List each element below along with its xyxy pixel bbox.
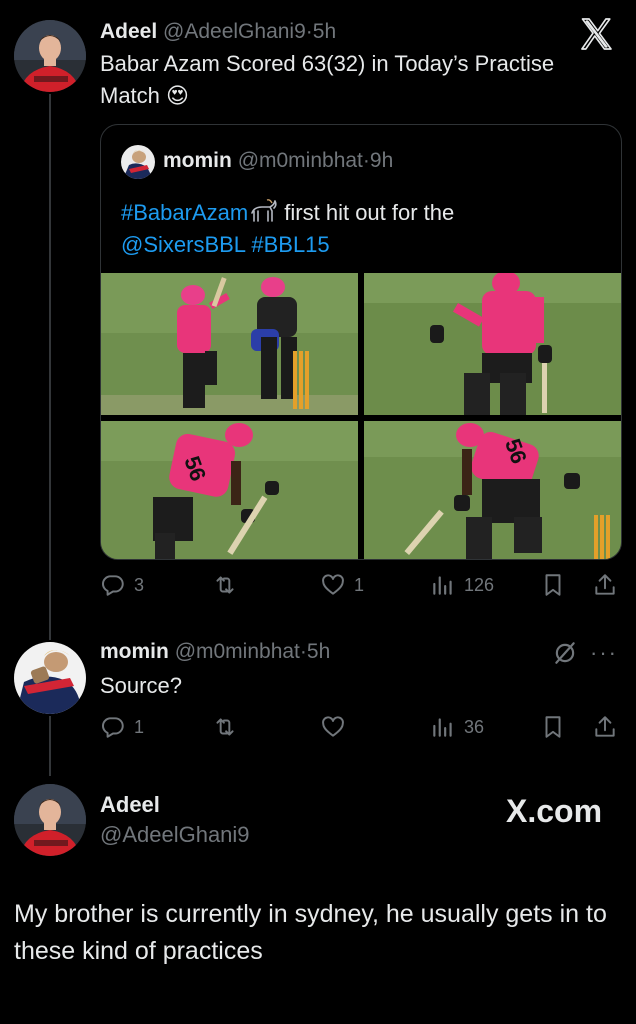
view-count: 36 (464, 716, 485, 737)
heart-eyes-emoji: 😍 (166, 83, 189, 108)
share-button[interactable] (592, 714, 618, 740)
xcom-watermark: X.com (506, 793, 603, 829)
tweet1-header: Adeel @AdeelGhani9·5h (100, 20, 336, 44)
separator-dot: · (362, 149, 370, 172)
retweet-icon (216, 576, 234, 594)
photo-4[interactable]: 56 (364, 421, 621, 559)
like-count: 1 (354, 574, 365, 595)
reply-icon (102, 717, 124, 738)
bookmark-icon (545, 574, 561, 596)
quote-timestamp[interactable]: 9h (370, 149, 393, 172)
avatar-momin[interactable] (14, 642, 86, 714)
timestamp[interactable]: 5h (307, 640, 330, 663)
hashtag-babarazam[interactable]: #BabarAzam (121, 200, 248, 225)
quote-author-handle[interactable]: @m0minbhat (238, 149, 363, 172)
avatar-adeel[interactable] (14, 20, 86, 92)
more-icon[interactable]: ··· (590, 640, 618, 666)
reply-button[interactable]: 1 (100, 714, 144, 740)
quote-body: first hit out for the (278, 200, 455, 225)
author-name[interactable]: Adeel (100, 20, 157, 43)
reply-button[interactable]: 3 (100, 572, 144, 598)
author-handle[interactable]: @AdeelGhani9 (100, 822, 250, 848)
grok-icon[interactable] (552, 640, 578, 666)
photo-1[interactable] (101, 273, 358, 415)
view-count: 126 (464, 574, 495, 595)
tweet1-action-bar: 3 1 126 (100, 572, 620, 602)
bookmark-button[interactable] (540, 714, 566, 740)
share-button[interactable] (592, 572, 618, 598)
like-icon (322, 716, 344, 737)
retweet-button[interactable] (212, 572, 246, 598)
thread-line-middle (49, 716, 51, 776)
hashtag-bbl15[interactable]: #BBL15 (251, 232, 329, 257)
share-icon (595, 716, 615, 737)
timestamp[interactable]: 5h (313, 20, 336, 43)
reply-count: 3 (134, 574, 145, 595)
quote-header: momin @m0minbhat·9h (163, 149, 393, 173)
thread-line-top (49, 94, 51, 640)
avatar-momin-small[interactable] (121, 145, 155, 179)
photo-3[interactable]: 56 (101, 421, 358, 559)
retweet-icon (216, 718, 234, 736)
avatar-adeel-reply[interactable] (14, 784, 86, 856)
reply-count: 1 (134, 716, 145, 737)
photo-grid: 56 56 (101, 273, 621, 559)
tweet1-text: Babar Azam Scored 63(32) in Today’s Prac… (100, 48, 620, 112)
author-name[interactable]: Adeel (100, 792, 160, 818)
author-handle[interactable]: @m0minbhat (175, 640, 300, 663)
photo-2[interactable] (364, 273, 621, 415)
bookmark-icon (545, 716, 561, 738)
goat-emoji-icon (251, 199, 277, 222)
separator-dot: · (299, 640, 307, 663)
like-icon (322, 574, 344, 595)
mention-sixersbbl[interactable]: @SixersBBL (121, 232, 245, 257)
views-button[interactable]: 36 (430, 714, 484, 740)
quote-author-name[interactable]: momin (163, 149, 232, 172)
quote-text: #BabarAzam first hit out for the @Sixers… (121, 197, 601, 261)
author-name[interactable]: momin (100, 640, 169, 663)
views-icon (433, 576, 452, 595)
like-button[interactable]: 1 (320, 572, 364, 598)
separator-dot: · (305, 20, 313, 43)
author-handle[interactable]: @AdeelGhani9 (163, 20, 306, 43)
tweet2-action-bar: 1 36 (100, 714, 620, 744)
reply-text: My brother is currently in sydney, he us… (14, 900, 607, 965)
views-button[interactable]: 126 (430, 572, 494, 598)
reply-icon (102, 575, 124, 596)
share-icon (595, 574, 615, 595)
tweet2-text: Source? (100, 673, 182, 698)
x-logo-icon (581, 18, 612, 50)
quoted-tweet-card[interactable]: momin @m0minbhat·9h #BabarAzam first hit… (100, 124, 622, 560)
views-icon (433, 718, 452, 737)
like-button[interactable] (320, 714, 354, 740)
retweet-button[interactable] (212, 714, 246, 740)
tweet2-header: momin @m0minbhat·5h (100, 640, 330, 664)
bookmark-button[interactable] (540, 572, 566, 598)
